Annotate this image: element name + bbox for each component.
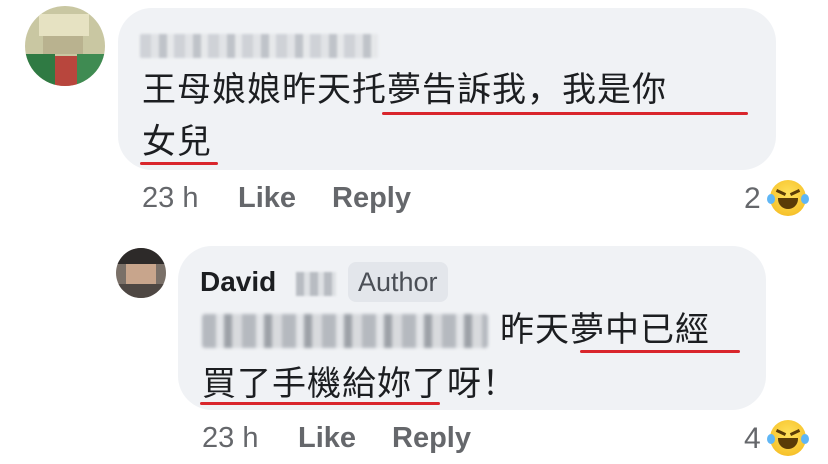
avatar-pixel [116, 248, 166, 264]
avatar-pixel [126, 264, 156, 284]
avatar-pixel [116, 284, 166, 298]
reply-button[interactable]: Reply [332, 182, 411, 215]
avatar-pixel [55, 56, 77, 86]
red-underline [140, 162, 218, 165]
comment-text-line: 女兒 [142, 122, 212, 162]
commenter-avatar[interactable] [25, 6, 105, 86]
avatar-pixel [39, 14, 89, 36]
mention-tag-redacted[interactable] [202, 314, 488, 348]
comment-timestamp[interactable]: 23 h [142, 182, 198, 215]
comment-text: 王母娘娘昨天托夢告訴我，我是你 女兒 [142, 64, 762, 168]
avatar-pixel [77, 54, 105, 86]
haha-emoji-icon [767, 420, 809, 456]
haha-emoji-icon [767, 180, 809, 216]
red-underline [200, 402, 440, 405]
avatar-pixel [43, 36, 83, 54]
like-button[interactable]: Like [238, 182, 296, 215]
comment-text-line: 王母娘娘昨天托夢告訴我，我是你 [142, 70, 667, 110]
author-avatar[interactable] [116, 248, 166, 298]
red-underline [382, 112, 748, 115]
reply-timestamp[interactable]: 23 h [202, 422, 258, 455]
author-name[interactable]: David [200, 266, 276, 298]
reply-bubble: David Author 昨天夢中已經 買了手機給妳了呀！ [178, 246, 766, 410]
like-button[interactable]: Like [298, 422, 356, 455]
red-underline [580, 350, 740, 353]
commenter-name-redacted[interactable] [140, 34, 378, 58]
reaction-count: 4 [744, 422, 761, 455]
reply-button[interactable]: Reply [392, 422, 471, 455]
reaction-count: 2 [744, 182, 761, 215]
author-surname-redacted [296, 272, 336, 296]
avatar-pixel [25, 54, 55, 86]
author-badge: Author [348, 262, 448, 302]
comment-bubble: 王母娘娘昨天托夢告訴我，我是你 女兒 [118, 8, 776, 170]
reply-text-line: 昨天夢中已經 [500, 310, 710, 350]
